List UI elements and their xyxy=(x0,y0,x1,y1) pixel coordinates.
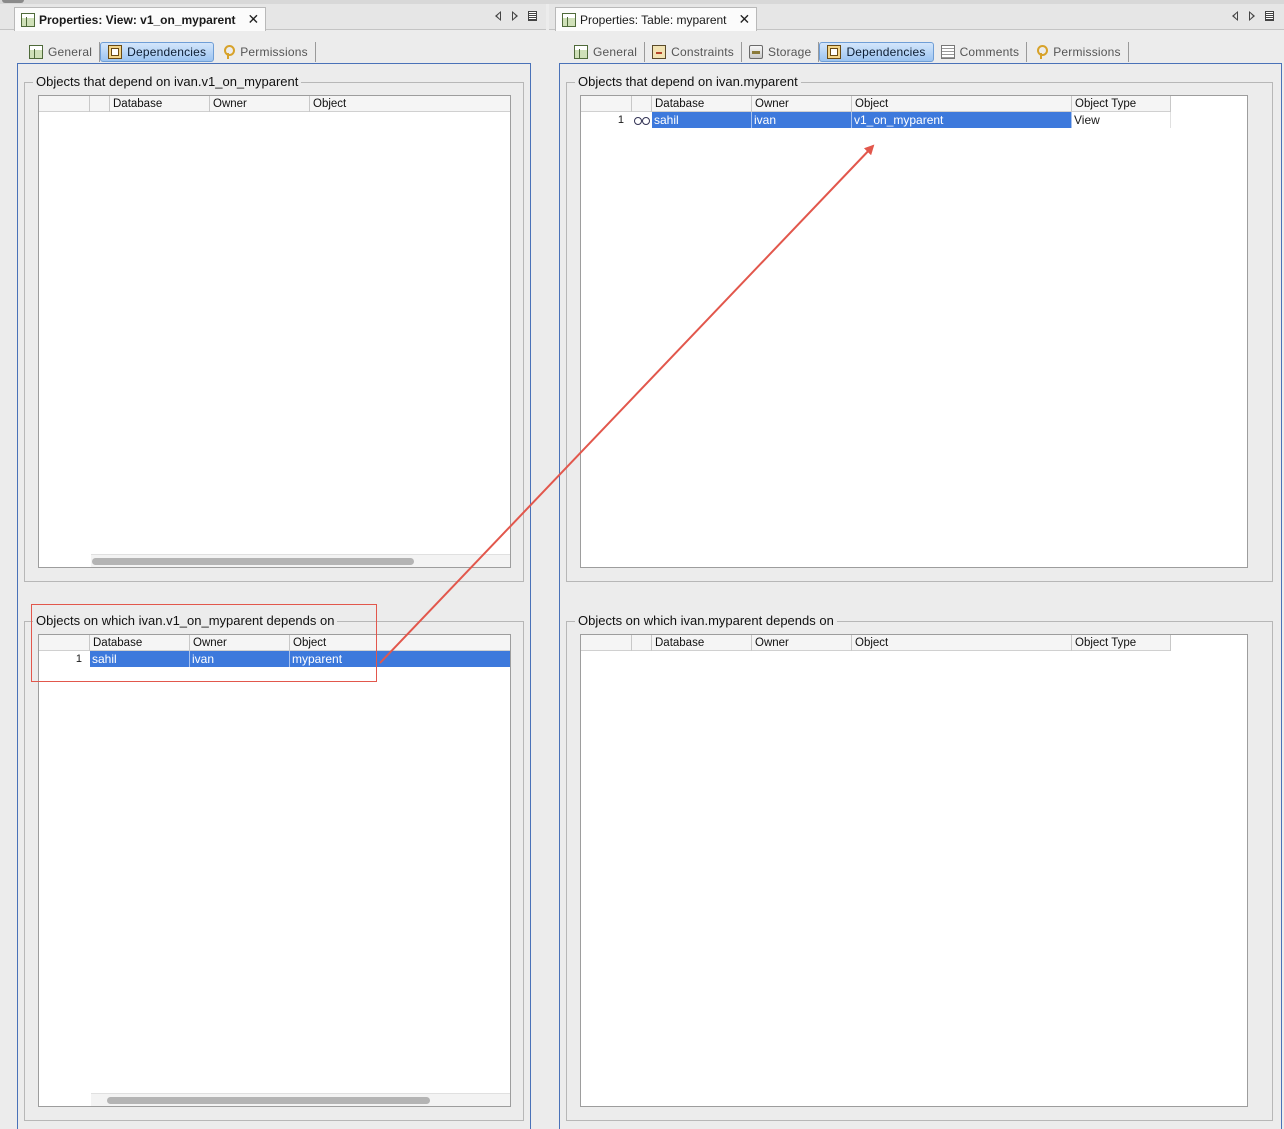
row-number-header xyxy=(581,96,632,112)
scroll-right-icon[interactable] xyxy=(511,11,519,21)
scrollbar-thumb[interactable] xyxy=(107,1097,430,1104)
right-tab-content: Objects that depend on ivan.myparent Dat… xyxy=(559,63,1282,1129)
table-header: Database Owner Object xyxy=(39,96,510,112)
group-title: Objects that depend on ivan.myparent xyxy=(575,74,801,89)
window-list-icon[interactable] xyxy=(1265,11,1274,21)
window-list-icon[interactable] xyxy=(528,11,537,21)
row-icon-cell xyxy=(632,112,652,128)
tab-label: General xyxy=(48,45,93,59)
left-window-nav xyxy=(494,11,537,21)
tab-dependencies[interactable]: Dependencies xyxy=(100,42,215,62)
column-header-object[interactable]: Object xyxy=(852,96,1072,112)
column-header-object[interactable]: Object xyxy=(852,635,1072,651)
cell-object[interactable]: v1_on_myparent xyxy=(852,112,1072,128)
column-header-owner[interactable]: Owner xyxy=(752,96,852,112)
table-icon xyxy=(21,12,35,27)
table-header: Database Owner Object Object Type xyxy=(581,635,1171,651)
tab-comments[interactable]: Comments xyxy=(934,42,1028,62)
column-header-object[interactable]: Object xyxy=(310,96,510,112)
horizontal-scrollbar[interactable] xyxy=(91,1093,510,1106)
cell-database[interactable]: sahil xyxy=(652,112,752,128)
dependencies-group: Objects on which ivan.v1_on_myparent dep… xyxy=(24,613,524,1121)
tab-label: Dependencies xyxy=(846,45,926,59)
tab-dependencies[interactable]: Dependencies xyxy=(819,42,934,62)
row-number-header xyxy=(581,635,632,651)
tab-label: Permissions xyxy=(1053,45,1121,59)
tab-label: Comments xyxy=(959,45,1020,59)
scroll-right-icon[interactable] xyxy=(1248,11,1256,21)
left-window-tabbar: Properties: View: v1_on_myparent ✕ xyxy=(0,4,546,31)
scroll-left-icon[interactable] xyxy=(1231,11,1239,21)
column-header-database[interactable]: Database xyxy=(110,96,210,112)
table-row[interactable]: 1 sahil ivan v1_on_myparent View xyxy=(581,112,1171,128)
view-glasses-icon xyxy=(633,114,651,125)
tab-permissions[interactable]: Permissions xyxy=(1027,42,1129,62)
dependencies-table[interactable]: Database Owner Object Object Type xyxy=(580,634,1248,1107)
right-window-tabbar: Properties: Table: myparent ✕ xyxy=(549,4,1284,31)
left-window-title: Properties: View: v1_on_myparent xyxy=(39,12,236,27)
icon-column-header xyxy=(632,96,652,112)
row-number: 1 xyxy=(617,114,624,126)
tab-general[interactable]: General xyxy=(567,42,646,62)
dependents-group: Objects that depend on ivan.v1_on_mypare… xyxy=(24,74,524,582)
left-tab-content: Objects that depend on ivan.v1_on_mypare… xyxy=(17,63,531,1129)
scrollbar-thumb[interactable] xyxy=(92,558,414,565)
tab-permissions[interactable]: Permissions xyxy=(214,42,316,62)
tab-general[interactable]: General xyxy=(22,42,101,62)
comments-icon xyxy=(940,45,955,59)
tab-label: Constraints xyxy=(671,45,734,59)
cell-owner[interactable]: ivan xyxy=(752,112,852,128)
key-icon xyxy=(1034,45,1049,59)
table-header: Database Owner Object Object Type xyxy=(581,96,1171,112)
icon-column-header xyxy=(632,635,652,651)
scroll-left-icon[interactable] xyxy=(494,11,502,21)
close-icon[interactable]: ✕ xyxy=(248,11,260,28)
grid-icon xyxy=(574,45,588,59)
icon-column-header xyxy=(90,96,110,112)
dependents-table[interactable]: Database Owner Object Object Type 1 sahi… xyxy=(580,95,1248,568)
dependencies-group: Objects on which ivan.myparent depends o… xyxy=(566,613,1273,1121)
column-header-owner[interactable]: Owner xyxy=(210,96,310,112)
tab-label: General xyxy=(593,45,638,59)
key-icon xyxy=(221,45,236,59)
cell-object-type[interactable]: View xyxy=(1072,112,1171,128)
top-strip-handle xyxy=(2,0,24,3)
dependencies-icon xyxy=(108,45,123,59)
left-window-tab[interactable]: Properties: View: v1_on_myparent ✕ xyxy=(14,7,267,31)
right-window-tab[interactable]: Properties: Table: myparent ✕ xyxy=(555,7,758,31)
tab-label: Permissions xyxy=(240,45,308,59)
table-icon xyxy=(562,12,576,27)
horizontal-scrollbar[interactable] xyxy=(91,554,510,567)
dependents-group: Objects that depend on ivan.myparent Dat… xyxy=(566,74,1273,582)
highlight-box xyxy=(31,604,377,682)
right-properties-panel: Properties: Table: myparent ✕ General Co… xyxy=(549,4,1284,1129)
storage-icon xyxy=(749,45,763,59)
dependencies-table[interactable]: Database Owner Object 1 sahil ivan mypar… xyxy=(38,634,511,1107)
dependencies-icon xyxy=(827,45,842,59)
group-title: Objects that depend on ivan.v1_on_mypare… xyxy=(33,74,302,89)
tab-storage[interactable]: Storage xyxy=(742,42,820,62)
constraints-icon xyxy=(652,45,667,59)
column-header-database[interactable]: Database xyxy=(652,635,752,651)
column-header-object-type[interactable]: Object Type xyxy=(1072,635,1171,651)
dependents-table[interactable]: Database Owner Object xyxy=(38,95,511,568)
right-property-tabs: General Constraints Storage Dependencies… xyxy=(567,41,1278,63)
right-window-title: Properties: Table: myparent xyxy=(580,12,727,27)
row-number-header xyxy=(39,96,90,112)
grid-icon xyxy=(29,45,43,59)
close-icon[interactable]: ✕ xyxy=(739,11,751,28)
tab-label: Dependencies xyxy=(127,45,207,59)
column-header-database[interactable]: Database xyxy=(652,96,752,112)
left-properties-panel: Properties: View: v1_on_myparent ✕ Gener… xyxy=(0,4,546,1129)
left-property-tabs: General Dependencies Permissions xyxy=(22,41,540,63)
tab-label: Storage xyxy=(768,45,812,59)
tab-constraints[interactable]: Constraints xyxy=(645,42,742,62)
column-header-object-type[interactable]: Object Type xyxy=(1072,96,1171,112)
group-title: Objects on which ivan.myparent depends o… xyxy=(575,613,837,628)
right-window-nav xyxy=(1231,11,1274,21)
column-header-owner[interactable]: Owner xyxy=(752,635,852,651)
